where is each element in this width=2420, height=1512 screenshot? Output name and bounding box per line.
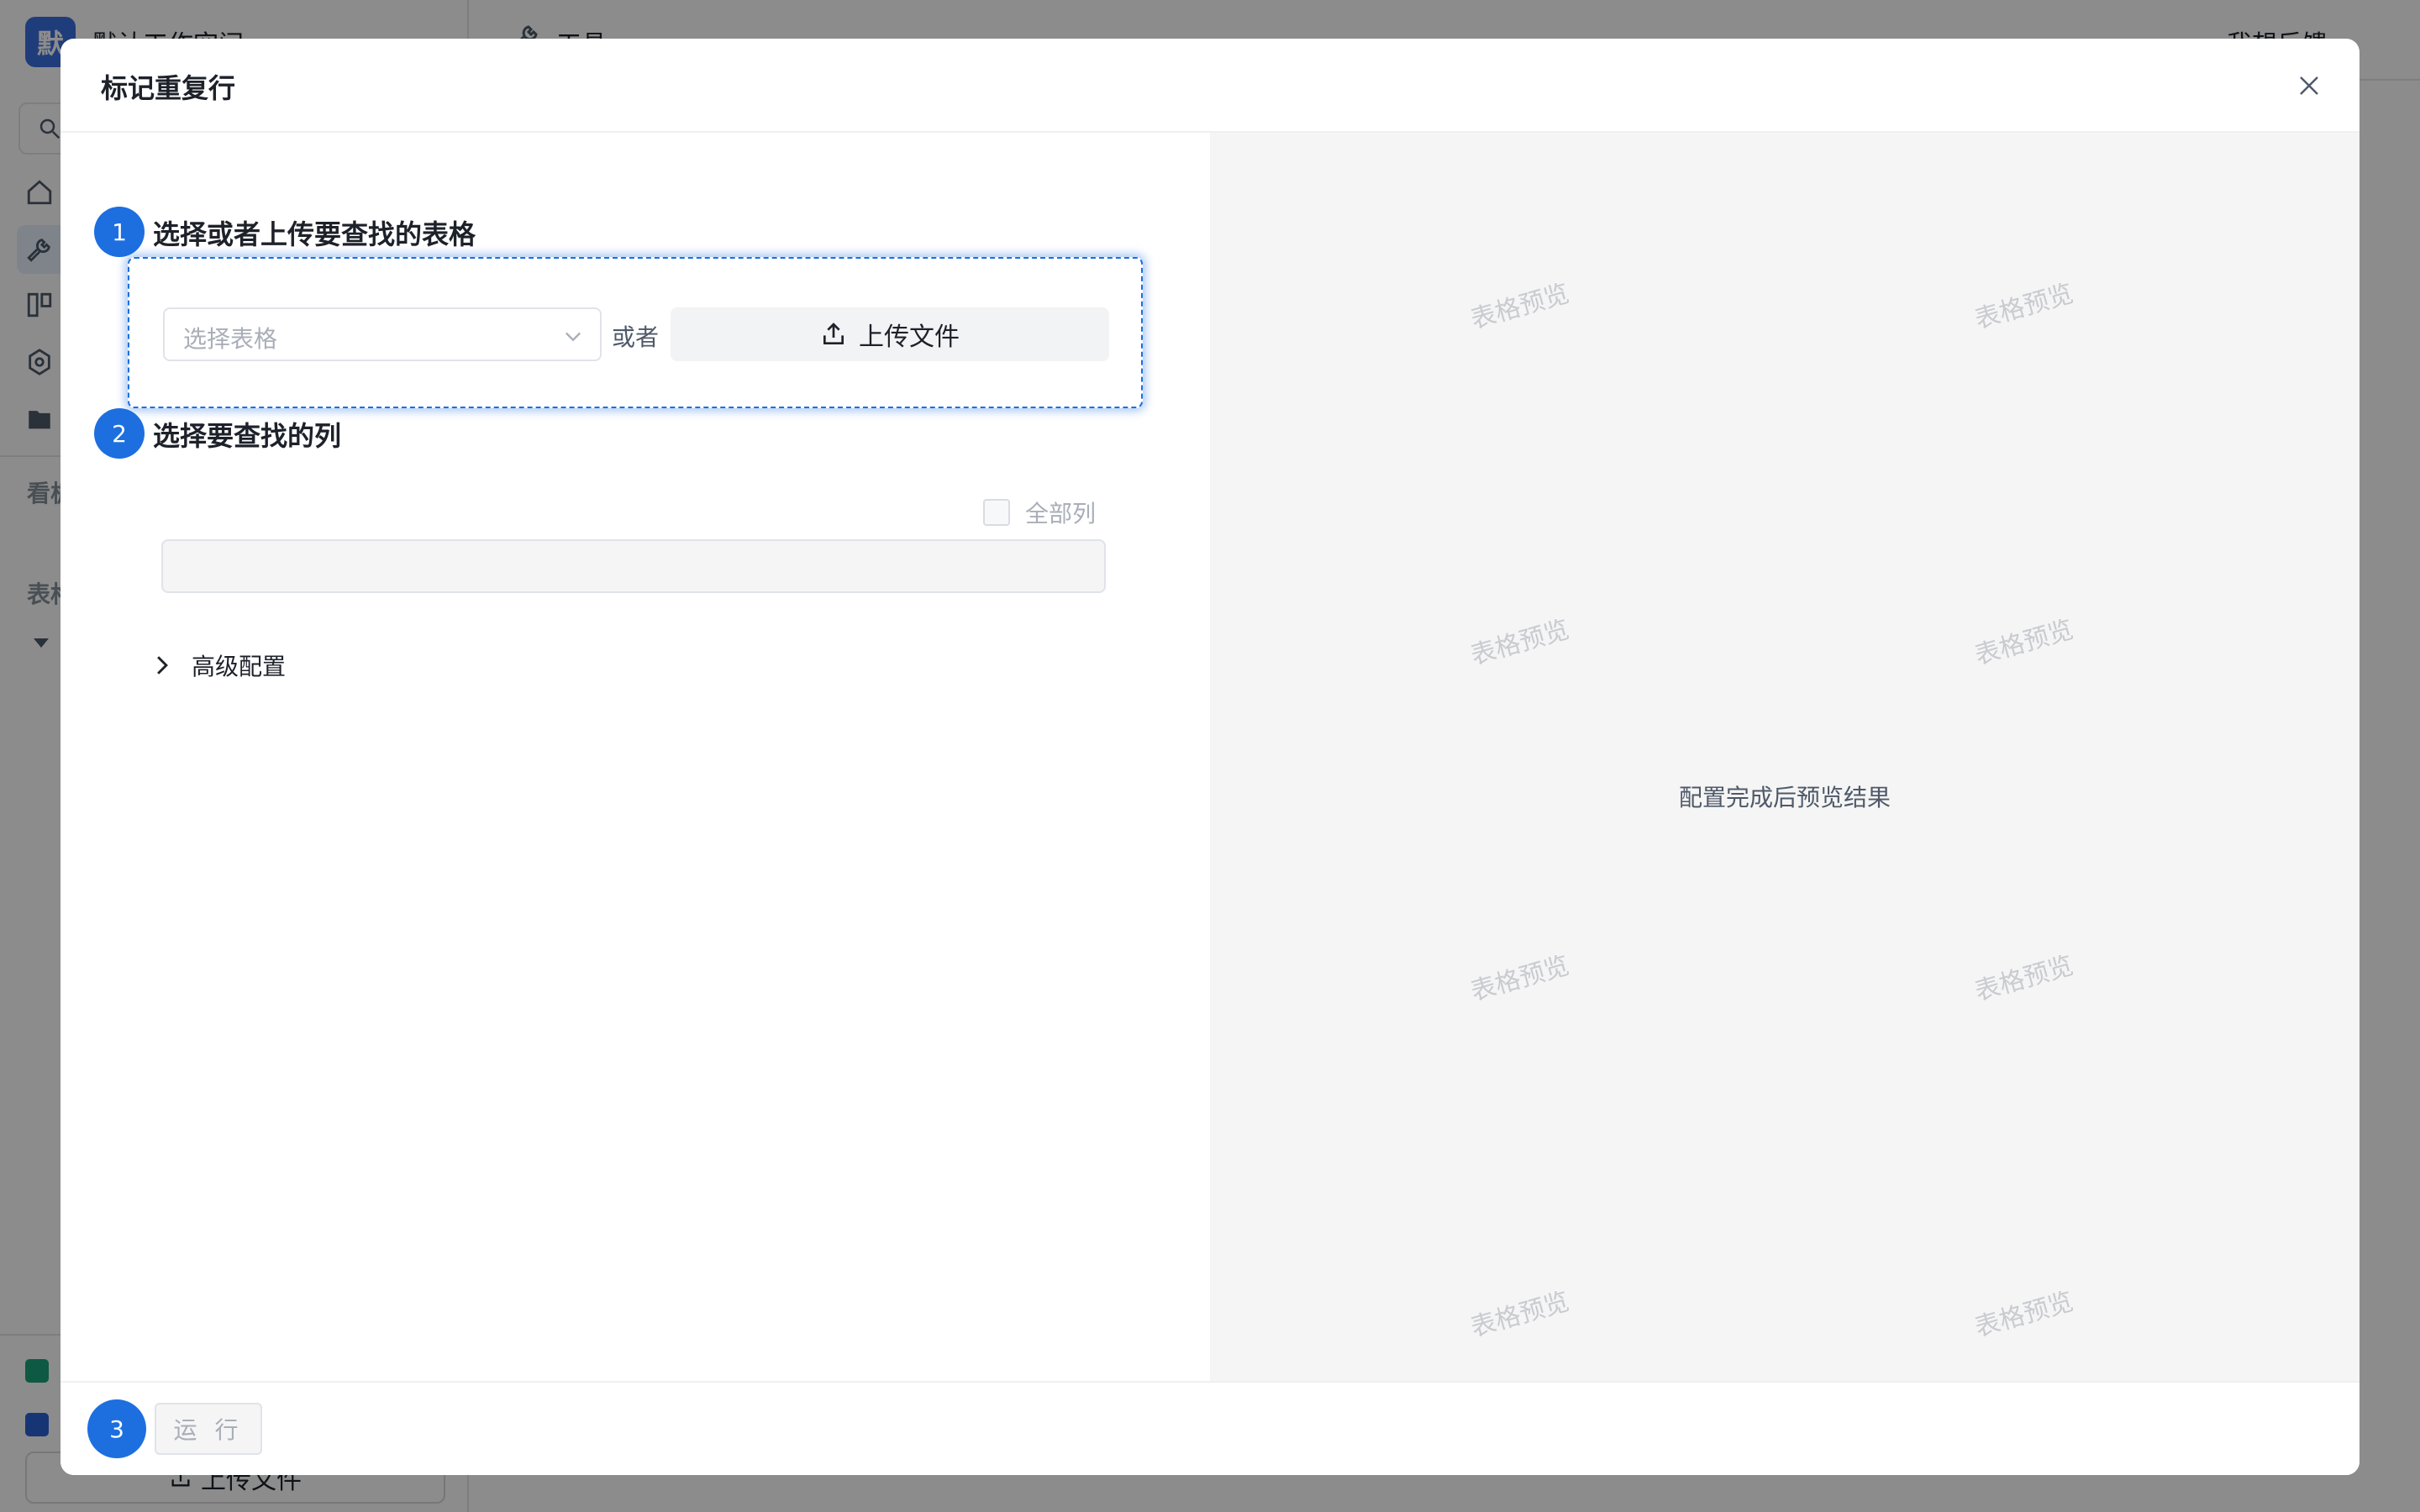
run-button[interactable]: 运 行 — [155, 1403, 262, 1455]
preview-watermark: 表格预览 — [1971, 1287, 2077, 1343]
step-3-badge: 3 — [87, 1399, 146, 1458]
upload-icon — [823, 323, 844, 344]
modal-footer: 3 运 行 — [60, 1381, 2360, 1475]
preview-watermark: 表格预览 — [1467, 279, 1573, 335]
preview-hint: 配置完成后预览结果 — [1678, 784, 1891, 811]
or-label: 或者 — [612, 323, 660, 351]
step-2-badge: 2 — [94, 408, 145, 459]
advanced-config-toggle[interactable]: 高级配置 — [153, 648, 286, 682]
step-1-title: 选择或者上传要查找的表格 — [153, 218, 476, 250]
chevron-right-icon — [157, 656, 168, 675]
modal-title: 标记重复行 — [101, 72, 236, 104]
all-columns-toggle[interactable]: 全部列 — [983, 496, 1096, 529]
close-button[interactable] — [2289, 66, 2329, 106]
preview-pane: 表格预览 表格预览 表格预览 表格预览 表格预览 表格预览 表格预览 表格预览 … — [1210, 133, 2360, 1381]
upload-file-button[interactable]: 上传文件 — [671, 307, 1109, 361]
preview-watermark: 表格预览 — [1971, 615, 2077, 671]
preview-watermark: 表格预览 — [1971, 279, 2077, 335]
preview-watermark: 表格预览 — [1467, 615, 1573, 671]
config-pane: 1 选择或者上传要查找的表格 选择表格 或者 上传文件 2 选择要查找的列 全部… — [60, 133, 1210, 1381]
modal-header: 标记重复行 — [60, 39, 2360, 133]
upload-file-label: 上传文件 — [859, 323, 960, 352]
table-select-placeholder: 选择表格 — [183, 325, 278, 353]
chevron-down-icon — [566, 332, 581, 342]
advanced-config-label: 高级配置 — [192, 653, 287, 680]
mark-duplicates-modal: 标记重复行 1 选择或者上传要查找的表格 选择表格 或者 上传文件 2 选择要查… — [60, 39, 2360, 1475]
close-icon — [2300, 76, 2318, 95]
column-select[interactable] — [161, 539, 1106, 593]
preview-watermark: 表格预览 — [1467, 951, 1573, 1007]
table-source-box: 选择表格 或者 上传文件 — [128, 257, 1143, 408]
step-2-title: 选择要查找的列 — [153, 420, 342, 452]
preview-watermark: 表格预览 — [1467, 1287, 1573, 1343]
table-select[interactable]: 选择表格 — [163, 307, 602, 361]
preview-watermark: 表格预览 — [1971, 951, 2077, 1007]
step-1-badge: 1 — [94, 207, 145, 257]
all-columns-label: 全部列 — [1025, 500, 1097, 528]
all-columns-checkbox[interactable] — [983, 499, 1010, 526]
